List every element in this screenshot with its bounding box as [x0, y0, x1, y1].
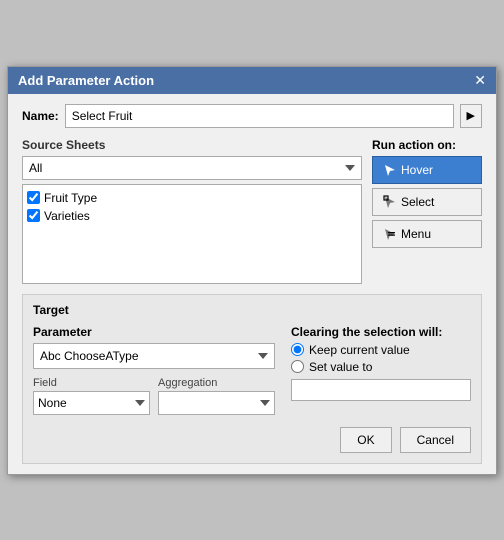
- title-bar: Add Parameter Action ✕: [8, 67, 496, 94]
- run-action-label: Run action on:: [372, 138, 482, 152]
- keep-value-row: Keep current value: [291, 343, 471, 357]
- name-label: Name:: [22, 109, 59, 123]
- target-row: Parameter Abc ChooseAType Field None Agg…: [33, 325, 471, 415]
- dialog-body: Name: ▶ Source Sheets All Fruit Type: [8, 94, 496, 474]
- field-item: Field None: [33, 377, 150, 415]
- keep-value-radio[interactable]: [291, 343, 304, 356]
- keep-value-label: Keep current value: [309, 343, 410, 357]
- aggregation-item: Aggregation: [158, 377, 275, 415]
- button-row: OK Cancel: [33, 427, 471, 453]
- run-action-section: Run action on: Hover Select: [372, 138, 482, 284]
- ok-button[interactable]: OK: [340, 427, 391, 453]
- set-value-row: Set value to: [291, 360, 471, 374]
- menu-icon: [383, 227, 397, 241]
- list-item: Varieties: [27, 207, 357, 225]
- hover-button[interactable]: Hover: [372, 156, 482, 184]
- target-section: Target Parameter Abc ChooseAType Field N…: [22, 294, 482, 464]
- fruit-type-checkbox[interactable]: [27, 191, 40, 204]
- select-label: Select: [401, 195, 434, 209]
- close-button[interactable]: ✕: [474, 73, 486, 87]
- field-dropdown[interactable]: None: [33, 391, 150, 415]
- fruit-type-label: Fruit Type: [44, 191, 97, 205]
- select-icon: [383, 195, 397, 209]
- target-title: Target: [33, 303, 471, 317]
- select-button[interactable]: Select: [372, 188, 482, 216]
- dialog-title: Add Parameter Action: [18, 73, 154, 88]
- target-left: Parameter Abc ChooseAType Field None Agg…: [33, 325, 275, 415]
- clearing-label: Clearing the selection will:: [291, 325, 471, 339]
- aggregation-dropdown[interactable]: [158, 391, 275, 415]
- set-value-radio[interactable]: [291, 360, 304, 373]
- menu-button[interactable]: Menu: [372, 220, 482, 248]
- set-value-input[interactable]: [291, 379, 471, 401]
- field-label: Field: [33, 377, 150, 389]
- target-right: Clearing the selection will: Keep curren…: [291, 325, 471, 415]
- name-row: Name: ▶: [22, 104, 482, 128]
- source-list: Fruit Type Varieties: [22, 184, 362, 284]
- dialog: Add Parameter Action ✕ Name: ▶ Source Sh…: [7, 66, 497, 475]
- source-left: Source Sheets All Fruit Type Varieties: [22, 138, 362, 284]
- source-sheets-label: Source Sheets: [22, 138, 362, 152]
- name-input[interactable]: [65, 104, 454, 128]
- list-item: Fruit Type: [27, 189, 357, 207]
- set-value-label: Set value to: [309, 360, 372, 374]
- menu-label: Menu: [401, 227, 431, 241]
- name-arrow-button[interactable]: ▶: [460, 104, 482, 128]
- cursor-icon: [383, 163, 397, 177]
- parameter-label: Parameter: [33, 325, 275, 339]
- cancel-button[interactable]: Cancel: [400, 427, 471, 453]
- hover-label: Hover: [401, 163, 433, 177]
- clearing-section: Clearing the selection will: Keep curren…: [291, 325, 471, 401]
- field-agg-row: Field None Aggregation: [33, 377, 275, 415]
- source-section: Source Sheets All Fruit Type Varieties: [22, 138, 482, 284]
- varieties-checkbox[interactable]: [27, 209, 40, 222]
- source-dropdown[interactable]: All: [22, 156, 362, 180]
- varieties-label: Varieties: [44, 209, 90, 223]
- aggregation-label: Aggregation: [158, 377, 275, 389]
- parameter-dropdown[interactable]: Abc ChooseAType: [33, 343, 275, 369]
